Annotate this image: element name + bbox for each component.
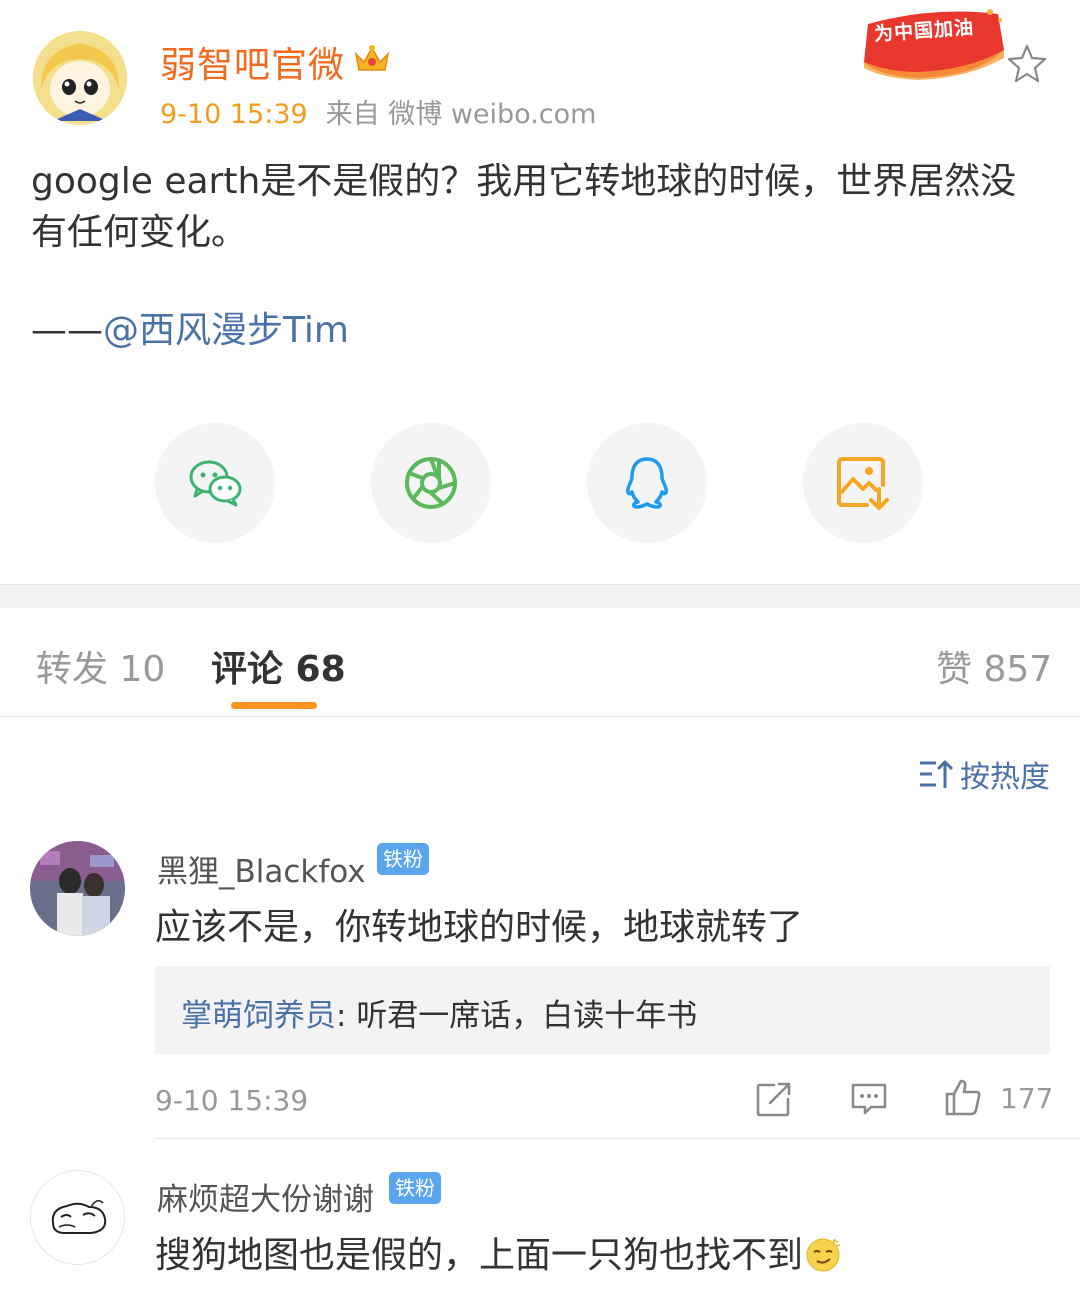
tab-likes[interactable]: 赞 857 [936,640,1052,692]
save-image-button[interactable] [803,423,923,543]
smirk-emoji-icon [806,1238,841,1272]
reply-separator: : [336,998,357,1034]
comment-icon[interactable] [849,1079,889,1119]
commenter-name[interactable]: 麻烦超大份谢谢 [157,1174,374,1219]
mention-link[interactable]: @西风漫步Tim [103,310,349,351]
share-moments-button[interactable] [371,423,491,543]
moments-icon [405,457,457,509]
sort-by-hot-button[interactable]: 按热度 [918,752,1050,796]
tab-comments[interactable]: 评论 68 [211,640,346,692]
share-wechat-button[interactable] [155,423,275,543]
reply-preview[interactable]: 掌萌饲养员: 听君一席话，白读十年书 [155,966,1050,1054]
post-quote: ——@西风漫步Tim [31,307,349,355]
active-tab-indicator [231,702,317,709]
author-name[interactable]: 弱智吧官微 [160,36,345,88]
comment-divider [155,1138,1080,1139]
comment-text-row: 搜狗地图也是假的，上面一只狗也找不到 [155,1226,841,1278]
sort-icon [920,760,954,788]
like-count: 177 [1000,1082,1054,1115]
fan-badge: 铁粉 [389,1172,441,1204]
quote-prefix: —— [31,310,103,351]
post-time: 9-10 15:39 [160,99,308,130]
post-meta: 9-10 15:39 来自 微博 weibo.com [160,92,596,131]
share-qq-button[interactable] [587,423,707,543]
crown-icon [354,45,390,71]
sort-label: 按热度 [960,760,1050,795]
section-separator [0,584,1080,608]
author-avatar[interactable] [33,31,127,125]
comment-text: 应该不是，你转地球的时候，地球就转了 [155,907,804,948]
commenter-avatar[interactable] [30,841,125,936]
favorite-star-icon[interactable] [1006,43,1048,83]
comment-time: 9-10 15:39 [155,1084,309,1117]
fan-badge: 铁粉 [377,843,429,875]
post-source: 来自 微博 weibo.com [325,99,597,130]
share-icon[interactable] [754,1079,794,1119]
comment-text: 搜狗地图也是假的，上面一只狗也找不到 [155,1235,804,1276]
post-text: google earth是不是假的？我用它转地球的时候，世界居然没有任何变化。 [31,161,1017,253]
tabs-divider [0,716,1080,717]
like-icon[interactable] [943,1077,983,1117]
qq-icon [626,457,668,509]
wechat-icon [189,460,242,507]
reply-content: 掌萌饲养员: 听君一席话，白读十年书 [181,990,697,1035]
reply-author[interactable]: 掌萌饲养员 [181,998,336,1034]
save-image-icon [837,457,889,510]
tab-repost[interactable]: 转发 10 [36,640,165,692]
reply-text: 听君一席话，白读十年书 [356,998,698,1034]
commenter-avatar[interactable] [30,1170,125,1265]
commenter-name[interactable]: 黑狸_Blackfox [157,846,366,891]
